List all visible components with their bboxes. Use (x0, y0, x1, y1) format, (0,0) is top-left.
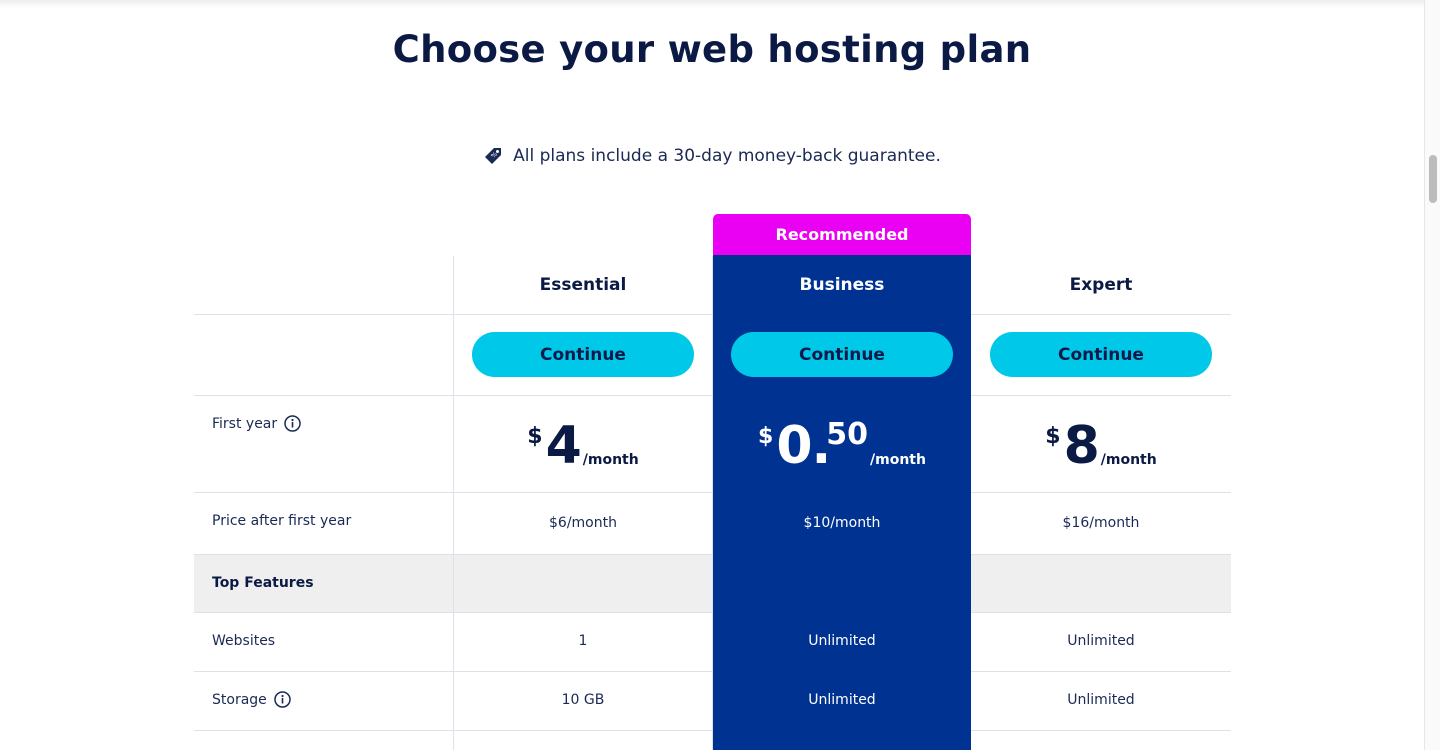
websites-expert: Unlimited (1067, 633, 1135, 649)
price-period: /month (870, 452, 926, 468)
price-amount: 4 (545, 416, 582, 476)
price-amount: 0. (776, 416, 831, 476)
price-after-business: $10/month (803, 515, 881, 531)
storage-essential: 10 GB (561, 692, 605, 708)
row-label-price-after: Price after first year (212, 513, 352, 529)
plan-name-business: Business (799, 275, 885, 295)
page-scrollbar[interactable] (1424, 0, 1440, 750)
price-essential: $ 4 /month (453, 420, 713, 472)
row-label-websites: Websites (212, 633, 276, 649)
continue-button-business[interactable]: Continue (731, 332, 953, 377)
websites-essential: 1 (578, 633, 588, 649)
storage-label: Storage (212, 691, 267, 708)
continue-button-essential[interactable]: Continue (472, 332, 694, 377)
scrollbar-thumb[interactable] (1429, 155, 1437, 203)
row-label-storage: Storage (212, 691, 291, 708)
price-after-essential: $6/month (549, 515, 617, 531)
price-period: /month (582, 452, 639, 468)
first-year-label: First year (212, 415, 278, 432)
price-amount: 8 (1063, 416, 1100, 476)
storage-expert: Unlimited (1067, 692, 1135, 708)
price-currency: $ (758, 424, 774, 449)
recommended-badge: Recommended (713, 214, 971, 255)
business-column-highlight (713, 255, 971, 750)
price-currency: $ (1045, 424, 1061, 449)
price-period: /month (1100, 452, 1157, 468)
price-currency: $ (527, 424, 543, 449)
info-icon[interactable] (274, 691, 291, 708)
websites-business: Unlimited (808, 633, 876, 649)
info-icon[interactable] (284, 415, 301, 432)
price-expert: $ 8 /month (971, 420, 1231, 472)
price-after-expert: $16/month (1062, 515, 1140, 531)
plan-name-expert: Expert (1069, 275, 1133, 295)
price-business: $ 0. 50 /month (713, 416, 971, 476)
price-cents: 50 (826, 417, 869, 452)
plan-name-essential: Essential (539, 275, 627, 295)
column-divider (453, 256, 454, 750)
storage-business: Unlimited (808, 692, 876, 708)
row-label-top-features: Top Features (212, 575, 314, 591)
row-label-first-year: First year (212, 415, 301, 432)
continue-button-expert[interactable]: Continue (990, 332, 1212, 377)
